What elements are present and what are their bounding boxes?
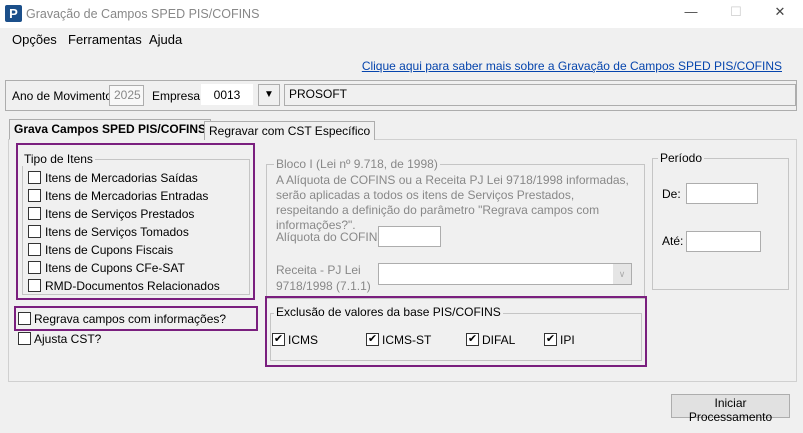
window-title: Gravação de Campos SPED PIS/COFINS — [26, 7, 260, 21]
ano-input[interactable]: 2025 — [109, 85, 144, 106]
iniciar-processamento-button[interactable]: Iniciar Processamento — [671, 394, 790, 424]
tab-grava-campos[interactable]: Grava Campos SPED PIS/COFINS — [9, 119, 212, 140]
aliquota-label: Alíquota do COFINS — [276, 230, 386, 244]
exclusao-label: ICMS-ST — [382, 333, 432, 347]
close-button[interactable]: ✕ — [770, 4, 790, 22]
ano-label: Ano de Movimento: — [12, 89, 116, 103]
tab-regravar-cst[interactable]: Regravar com CST Específico — [204, 121, 376, 140]
tipo-item-label: Itens de Serviços Tomados — [45, 225, 189, 239]
regrava-label: Regrava campos com informações? — [34, 312, 227, 326]
tipo-item-label: Itens de Mercadorias Entradas — [45, 189, 209, 203]
aliquota-input[interactable] — [378, 226, 441, 247]
tipo-checkbox[interactable] — [28, 243, 41, 256]
tipo-checkbox[interactable] — [28, 207, 41, 220]
empresa-dropdown-button[interactable]: ▼ — [258, 84, 280, 106]
tipo-title: Tipo de Itens — [22, 152, 95, 166]
tipo-checkbox[interactable] — [28, 261, 41, 274]
exclusao-checkbox[interactable]: ✔ — [366, 333, 379, 346]
exclusao-checkbox[interactable]: ✔ — [466, 333, 479, 346]
empresa-name-field: PROSOFT — [284, 84, 796, 106]
ajusta-cst-checkbox[interactable] — [18, 332, 31, 345]
regrava-checkbox[interactable] — [18, 312, 31, 325]
menu-opcoes[interactable]: Opções — [12, 32, 57, 47]
chevron-down-icon[interactable]: ∨ — [613, 264, 631, 284]
receita-select[interactable] — [378, 263, 632, 285]
tipo-checkbox[interactable] — [28, 171, 41, 184]
receita-label-2: 9718/1998 (7.1.1) — [276, 279, 371, 293]
tipo-checkbox[interactable] — [28, 189, 41, 202]
ate-label: Até: — [662, 234, 684, 248]
exclusao-label: ICMS — [288, 333, 318, 347]
help-link[interactable]: Clique aqui para saber mais sobre a Grav… — [362, 59, 782, 73]
tipo-checkbox[interactable] — [28, 225, 41, 238]
de-label: De: — [662, 187, 681, 201]
exclusao-checkbox[interactable]: ✔ — [544, 333, 557, 346]
exclusao-label: IPI — [560, 333, 575, 347]
tipo-item-label: RMD-Documentos Relacionados — [45, 279, 220, 293]
bloco-text: A Alíquota de COFINS ou a Receita PJ Lei… — [276, 173, 629, 232]
bloco-title: Bloco I (Lei nº 9.718, de 1998) — [274, 157, 440, 171]
empresa-label: Empresa: — [152, 89, 204, 103]
receita-label-1: Receita - PJ Lei — [276, 263, 361, 277]
periodo-group — [652, 158, 789, 290]
tipo-item-label: Itens de Mercadorias Saídas — [45, 171, 198, 185]
exclusao-title: Exclusão de valores da base PIS/COFINS — [274, 305, 503, 319]
periodo-title: Período — [658, 151, 705, 165]
exclusao-checkbox[interactable]: ✔ — [272, 333, 285, 346]
exclusao-group — [270, 313, 642, 361]
app-logo-icon: P — [5, 5, 22, 22]
maximize-button[interactable]: ☐ — [726, 4, 746, 22]
tipo-item-label: Itens de Serviços Prestados — [45, 207, 195, 221]
menu-ajuda[interactable]: Ajuda — [149, 32, 182, 47]
minimize-button[interactable]: — — [681, 4, 701, 22]
de-input[interactable] — [686, 183, 758, 204]
tipo-checkbox[interactable] — [28, 279, 41, 292]
empresa-code-input[interactable]: 0013 — [201, 84, 253, 105]
ajusta-cst-label: Ajusta CST? — [34, 332, 102, 346]
ate-input[interactable] — [686, 231, 761, 252]
tipo-item-label: Itens de Cupons CFe-SAT — [45, 261, 185, 275]
tipo-item-label: Itens de Cupons Fiscais — [45, 243, 174, 257]
exclusao-label: DIFAL — [482, 333, 516, 347]
menu-ferramentas[interactable]: Ferramentas — [68, 32, 142, 47]
